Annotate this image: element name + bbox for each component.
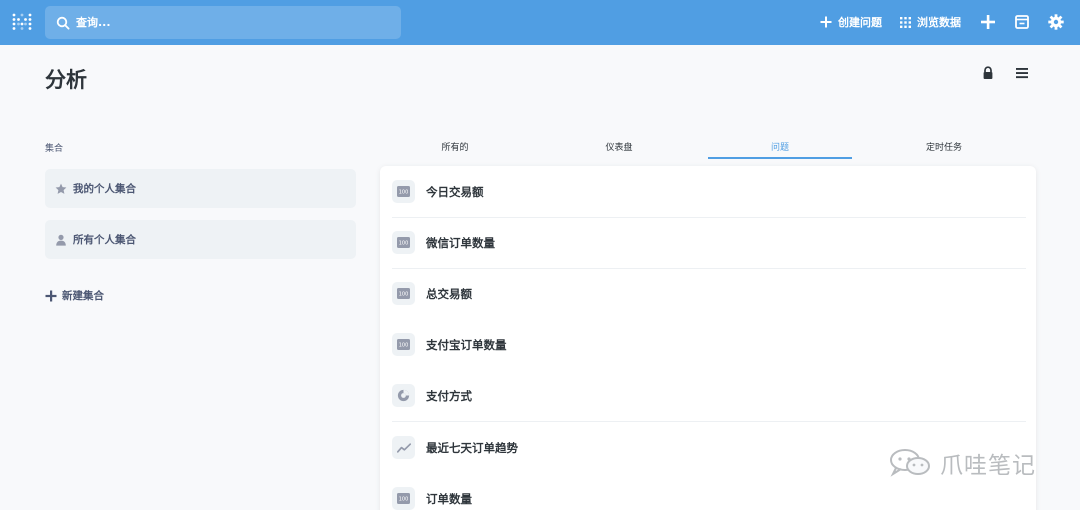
- number-icon: 100: [392, 180, 415, 203]
- search-icon: [56, 16, 70, 30]
- number-icon: 100: [392, 231, 415, 254]
- question-title: 订单数量: [426, 491, 472, 506]
- star-icon: [55, 183, 67, 194]
- search-box[interactable]: [45, 6, 401, 39]
- tab-dashboards[interactable]: 仪表盘: [547, 140, 691, 159]
- collection-label: 所有个人集合: [73, 234, 136, 246]
- question-title: 总交易额: [426, 286, 472, 301]
- tab-pulses[interactable]: 定时任务: [872, 140, 1016, 159]
- page-title: 分析: [45, 68, 87, 92]
- number-icon-text: 100: [399, 343, 409, 349]
- my-personal-collection[interactable]: 我的个人集合: [45, 169, 356, 208]
- number-icon-text: 100: [399, 241, 409, 247]
- search-input[interactable]: [76, 16, 376, 29]
- grid-icon: [900, 16, 911, 28]
- metabase-logo-icon[interactable]: [12, 13, 32, 31]
- number-icon-text: 100: [399, 190, 409, 196]
- question-title: 今日交易额: [426, 184, 484, 199]
- number-icon: 100: [392, 282, 415, 305]
- watermark: 爪哇笔记: [888, 446, 1036, 480]
- tab-all[interactable]: 所有的: [383, 140, 527, 159]
- number-icon: 100: [392, 333, 415, 356]
- new-collection-button[interactable]: 新建集合: [45, 288, 104, 303]
- question-title: 最近七天订单趋势: [426, 440, 518, 455]
- list-item[interactable]: 支付方式: [380, 370, 1036, 421]
- person-icon: [56, 234, 66, 246]
- sql-editor-icon[interactable]: [1013, 13, 1031, 31]
- create-question-button[interactable]: 创建问题: [820, 14, 882, 30]
- collection-label: 我的个人集合: [73, 183, 136, 195]
- watermark-text: 爪哇笔记: [940, 453, 1036, 479]
- number-icon: 100: [392, 487, 415, 510]
- list-item[interactable]: 100 支付宝订单数量: [380, 319, 1036, 370]
- number-icon-text: 100: [399, 497, 409, 503]
- pie-icon: [392, 384, 415, 407]
- wechat-icon: [890, 449, 930, 477]
- browse-data-label: 浏览数据: [917, 16, 961, 29]
- active-tab-indicator: [708, 157, 852, 159]
- question-title: 支付方式: [426, 388, 472, 403]
- line-icon: [392, 436, 415, 459]
- question-title: 微信订单数量: [426, 235, 495, 250]
- list-item[interactable]: 100 总交易额: [380, 268, 1036, 319]
- plus-icon: [820, 16, 832, 28]
- browse-data-button[interactable]: 浏览数据: [900, 14, 961, 30]
- new-plus-icon[interactable]: [979, 13, 997, 31]
- new-collection-label: 新建集合: [62, 290, 104, 302]
- list-item[interactable]: 100 微信订单数量: [380, 217, 1036, 268]
- menu-icon[interactable]: [1015, 66, 1029, 80]
- gear-icon[interactable]: [1047, 13, 1065, 31]
- question-title: 支付宝订单数量: [426, 337, 507, 352]
- top-nav-bar: 创建问题 浏览数据: [0, 0, 1080, 45]
- number-icon-text: 100: [399, 292, 409, 298]
- collections-section-label: 集合: [45, 144, 64, 154]
- list-item[interactable]: 100 今日交易额: [380, 166, 1036, 217]
- lock-icon[interactable]: [981, 66, 995, 80]
- plus-icon: [45, 290, 57, 301]
- create-question-label: 创建问题: [838, 16, 882, 29]
- all-personal-collections[interactable]: 所有个人集合: [45, 220, 356, 259]
